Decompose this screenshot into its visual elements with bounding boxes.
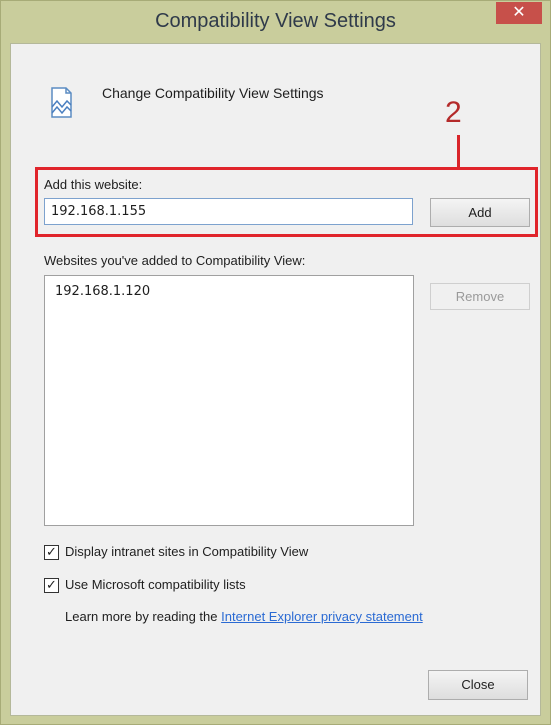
websites-list-label: Websites you've added to Compatibility V… (44, 253, 306, 268)
add-website-label: Add this website: (44, 177, 143, 192)
title-bar: Compatibility View Settings ✕ (1, 1, 550, 43)
display-intranet-checkbox[interactable]: ✓ (44, 545, 59, 560)
dialog-body: Change Compatibility View Settings 2 Add… (10, 43, 541, 716)
learn-more-prefix: Learn more by reading the (65, 609, 222, 624)
close-window-button[interactable]: ✕ (496, 2, 542, 24)
compatibility-view-icon (48, 83, 74, 123)
list-item[interactable]: 192.168.1.120 (55, 284, 403, 299)
add-button[interactable]: Add (430, 198, 530, 227)
dialog-window: Compatibility View Settings ✕ Change Com… (0, 0, 551, 725)
close-icon: ✕ (512, 4, 526, 21)
add-website-input[interactable]: 192.168.1.155 (44, 198, 413, 225)
option-label: Display intranet sites in Compatibility … (65, 544, 309, 559)
close-button[interactable]: Close (428, 670, 528, 700)
option-label: Use Microsoft compatibility lists (65, 577, 246, 592)
annotation-step-number: 2 (445, 96, 462, 129)
websites-list[interactable]: 192.168.1.120 (44, 275, 414, 526)
privacy-statement-link[interactable]: Internet Explorer privacy statement (221, 609, 423, 624)
remove-button: Remove (430, 283, 530, 310)
ms-compat-lists-checkbox[interactable]: ✓ (44, 578, 59, 593)
learn-more-text: Learn more by reading the Internet Explo… (65, 609, 423, 624)
header-text: Change Compatibility View Settings (102, 85, 324, 101)
annotation-pointer-line (457, 135, 460, 167)
dialog-title: Compatibility View Settings (155, 10, 396, 32)
